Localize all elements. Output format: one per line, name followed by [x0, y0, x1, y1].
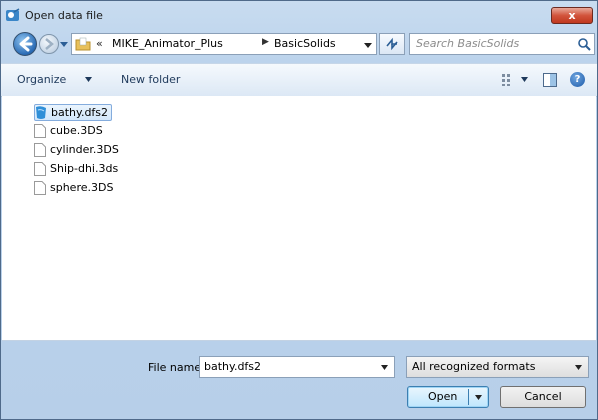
- search-input[interactable]: Search BasicSolids: [409, 33, 595, 55]
- navigation-bar: « MIKE_Animator_Plus ▶ BasicSolids Searc…: [1, 29, 597, 59]
- search-icon[interactable]: [577, 37, 591, 51]
- file-list[interactable]: bathy.dfs2 cube.3DS cylinder.3DS Ship-dh…: [2, 96, 596, 341]
- dialog-footer: File name: bathy.dfs2 All recognized for…: [2, 341, 596, 419]
- refresh-icon: [386, 37, 398, 51]
- chevron-down-icon[interactable]: [85, 77, 92, 82]
- search-placeholder: Search BasicSolids: [416, 37, 520, 50]
- chevron-down-icon[interactable]: [362, 39, 374, 51]
- file-name: bathy.dfs2: [51, 106, 109, 119]
- data-file-icon: [36, 106, 46, 119]
- view-options-icon[interactable]: [501, 73, 515, 87]
- breadcrumb-separator-icon[interactable]: ▶: [262, 37, 269, 47]
- address-bar[interactable]: « MIKE_Animator_Plus ▶ BasicSolids: [71, 33, 377, 55]
- chevron-down-icon[interactable]: [521, 77, 528, 82]
- chevron-down-icon[interactable]: [475, 395, 482, 400]
- file-name: Ship-dhi.3ds: [50, 162, 119, 175]
- blank-file-icon: [34, 162, 46, 176]
- open-file-dialog: Open data file x « MIKE_Animator_Plus ▶ …: [0, 0, 598, 420]
- file-name: sphere.3DS: [50, 181, 114, 194]
- file-name: cube.3DS: [50, 124, 103, 137]
- close-button[interactable]: x: [551, 7, 593, 24]
- file-type-select[interactable]: All recognized formats: [406, 356, 589, 378]
- organize-menu-button[interactable]: Organize: [17, 73, 66, 86]
- help-icon[interactable]: ?: [570, 72, 585, 87]
- blank-file-icon: [34, 143, 46, 157]
- chevron-down-icon[interactable]: [381, 365, 388, 370]
- refresh-button[interactable]: [379, 33, 405, 55]
- close-icon: x: [568, 9, 576, 22]
- forward-button[interactable]: [39, 34, 59, 54]
- new-folder-button[interactable]: New folder: [121, 73, 180, 86]
- folder-icon: [75, 37, 91, 51]
- app-icon: [6, 8, 20, 21]
- open-button-label: Open: [428, 390, 458, 403]
- file-name-value: bathy.dfs2: [204, 360, 262, 373]
- blank-file-icon: [34, 124, 46, 138]
- open-button[interactable]: Open: [407, 386, 489, 408]
- cancel-button[interactable]: Cancel: [500, 386, 586, 408]
- breadcrumb-item[interactable]: MIKE_Animator_Plus: [112, 37, 223, 50]
- file-name-field[interactable]: bathy.dfs2: [199, 356, 395, 378]
- list-item[interactable]: bathy.dfs2: [34, 104, 112, 121]
- breadcrumb-item[interactable]: BasicSolids: [274, 37, 336, 50]
- file-name-label: File name:: [148, 361, 205, 374]
- blank-file-icon: [34, 181, 46, 195]
- back-arrow-icon: [19, 36, 33, 52]
- split-divider: [468, 389, 469, 405]
- title-bar[interactable]: Open data file x: [1, 1, 597, 29]
- back-button[interactable]: [13, 32, 37, 56]
- file-name: cylinder.3DS: [50, 143, 119, 156]
- preview-pane-icon[interactable]: [543, 73, 557, 87]
- command-bar: Organize New folder ?: [1, 63, 597, 97]
- breadcrumb-overflow[interactable]: «: [96, 37, 103, 50]
- file-type-value: All recognized formats: [412, 360, 536, 373]
- recent-locations-dropdown-icon[interactable]: [59, 38, 69, 50]
- chevron-down-icon: [575, 365, 582, 370]
- window-title: Open data file: [25, 9, 103, 22]
- forward-arrow-icon: [45, 38, 54, 50]
